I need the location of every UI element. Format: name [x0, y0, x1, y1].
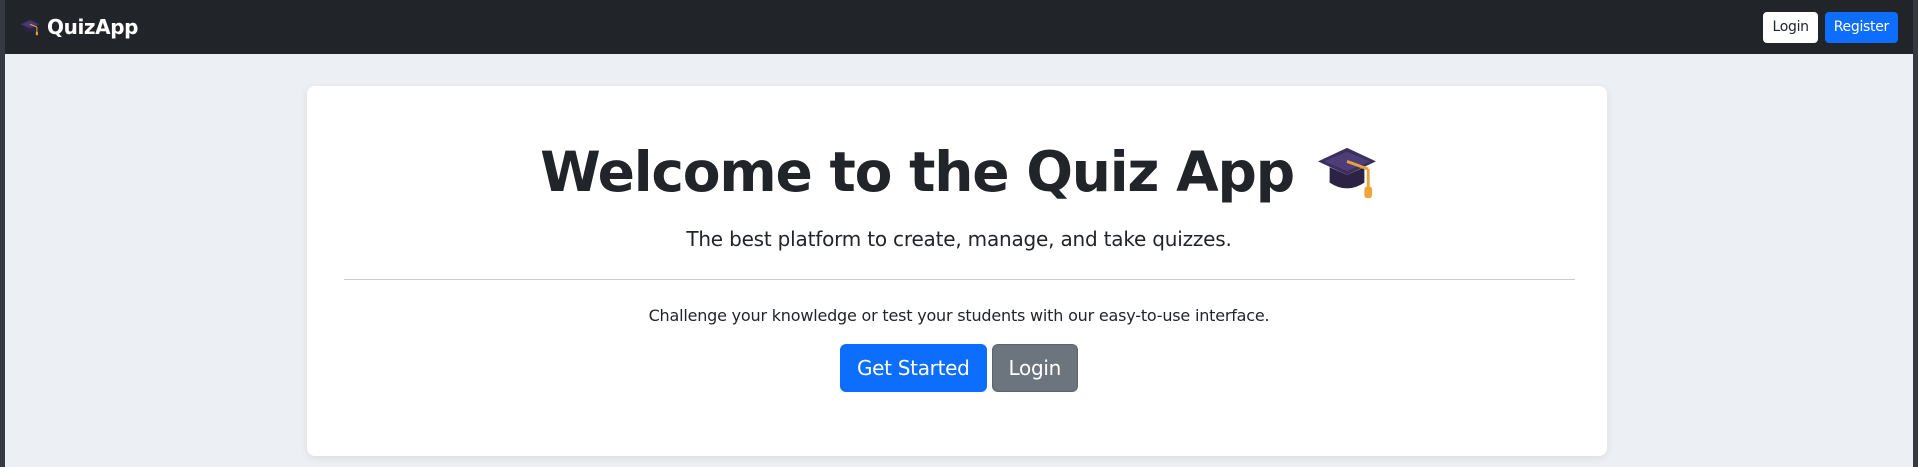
- graduation-cap-icon: [1317, 147, 1376, 199]
- divider: [344, 279, 1575, 280]
- cta-buttons: Get Started Login: [0, 344, 1918, 392]
- brand-link[interactable]: QuizApp: [19, 15, 138, 39]
- top-navbar: QuizApp Login Register: [5, 0, 1913, 54]
- hero-subtitle: The best platform to create, manage, and…: [686, 227, 1232, 251]
- brand-name: QuizApp: [47, 15, 139, 39]
- page-title: Welcome to the Quiz App: [540, 139, 1295, 204]
- get-started-button[interactable]: Get Started: [839, 344, 987, 392]
- nav-register-button[interactable]: Register: [1824, 11, 1898, 43]
- hero-login-button[interactable]: Login: [991, 344, 1079, 392]
- nav-login-button[interactable]: Login: [1763, 11, 1818, 43]
- nav-actions: Login Register: [1763, 11, 1898, 43]
- graduation-cap-icon: [20, 19, 40, 36]
- hero-heading: Welcome to the Quiz App: [0, 144, 1918, 200]
- hero-lead-text: Challenge your knowledge or test your st…: [648, 306, 1270, 325]
